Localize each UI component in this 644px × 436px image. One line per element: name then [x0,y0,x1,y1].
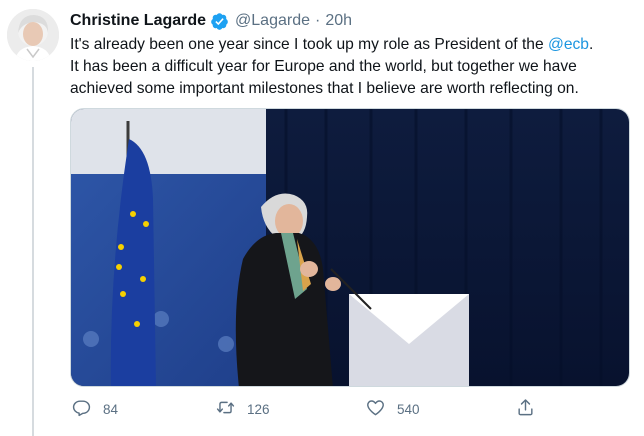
tweet-text-line-3: achieved some important milestones that … [70,80,579,97]
retweet-icon [216,398,235,420]
verified-badge-icon [210,12,229,31]
share-icon [516,398,535,420]
reply-icon [72,398,91,420]
like-button[interactable]: 540 [366,398,420,420]
tweet[interactable]: Christine Lagarde @Lagarde · 20h It's al… [0,0,644,436]
tweet-photo[interactable] [70,108,630,387]
tweet-header: Christine Lagarde @Lagarde · 20h [70,10,352,32]
reply-button[interactable]: 84 [72,398,118,420]
tweet-text-line-1: It's already been one year since I took … [70,34,630,56]
header-separator: · [315,12,321,29]
tweet-text-line-2: It has been a difficult year for Europe … [70,58,577,75]
retweet-button[interactable]: 126 [216,398,270,420]
heart-icon [366,398,385,420]
avatar[interactable] [7,9,59,61]
thread-line [32,67,34,436]
avatar-column [7,9,59,61]
tweet-text: It's already been one year since I took … [70,34,630,100]
share-button[interactable] [516,398,535,420]
reply-count: 84 [103,401,119,417]
like-count: 540 [397,401,420,417]
action-bar: 84 126 540 [70,398,540,422]
tweet-timestamp[interactable]: 20h [325,12,352,30]
mention-link[interactable]: @ecb [548,36,589,53]
author-name[interactable]: Christine Lagarde [70,12,206,30]
tweet-text-line-1-suffix: . [588,36,594,53]
retweet-count: 126 [247,401,270,417]
tweet-text-line-1-prefix: It's already been one year since I took … [70,36,548,53]
author-handle[interactable]: @Lagarde [235,12,310,30]
